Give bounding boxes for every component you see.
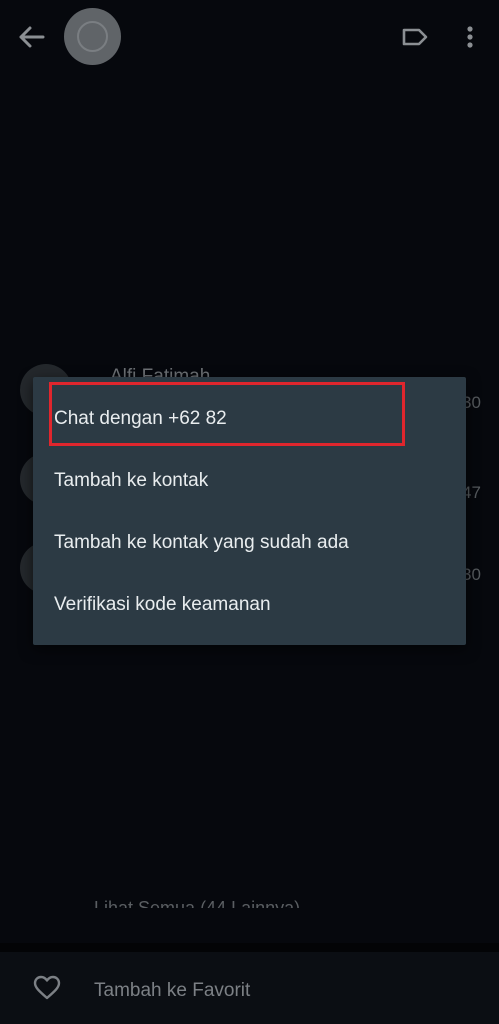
context-menu: Chat dengan +62 82 Tambah ke kontak Tamb… bbox=[33, 377, 466, 645]
avatar-emblem-icon bbox=[77, 21, 108, 52]
label-button[interactable] bbox=[400, 23, 430, 51]
arrow-left-icon bbox=[19, 26, 45, 48]
menu-item-chat-with-number[interactable]: Chat dengan +62 82 bbox=[33, 388, 466, 450]
top-app-bar bbox=[0, 0, 499, 74]
label-tag-icon bbox=[402, 28, 428, 46]
section-divider bbox=[0, 943, 499, 952]
add-favorite-label[interactable]: Tambah ke Favorit bbox=[94, 980, 250, 1002]
heart-outline-icon bbox=[33, 975, 61, 1001]
more-options-button[interactable] bbox=[458, 22, 482, 52]
profile-avatar[interactable] bbox=[64, 8, 121, 65]
menu-item-verify-security-code[interactable]: Verifikasi kode keamanan bbox=[33, 574, 466, 636]
menu-item-add-to-contact[interactable]: Tambah ke kontak bbox=[33, 450, 466, 512]
menu-item-add-to-existing-contact[interactable]: Tambah ke kontak yang sudah ada bbox=[33, 512, 466, 574]
back-button[interactable] bbox=[14, 22, 48, 52]
see-all-link[interactable]: Lihat Semua (44 Lainnya) bbox=[94, 898, 300, 908]
more-vertical-icon bbox=[467, 26, 473, 48]
